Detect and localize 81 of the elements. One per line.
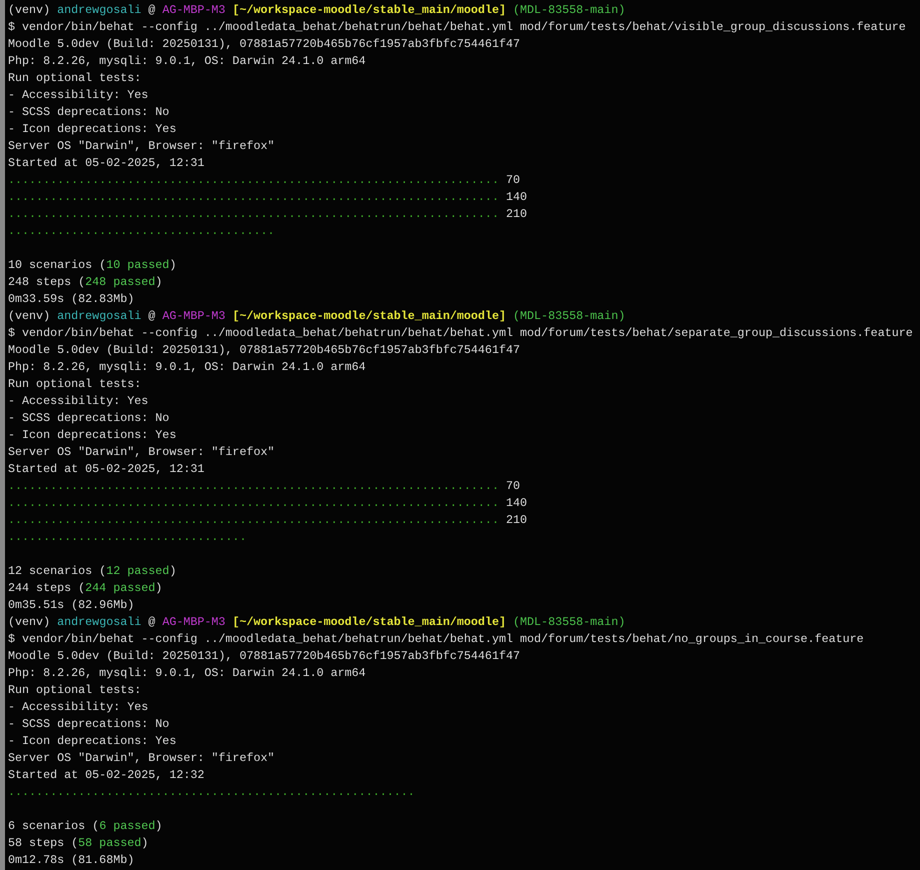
directory-path: [~/workspace-moodle/stable_main/moodle] bbox=[232, 3, 506, 17]
user-name: andrewgosali bbox=[57, 615, 142, 629]
terminal-line: Moodle 5.0dev (Build: 20250131), 07881a57720b465b76cf1957ab3fbfc754461f47 bbox=[8, 37, 520, 51]
terminal-line: $ vendor/bin/behat --config ../moodledata_behat/behatrun/behat/behat.yml mod/forum/tests/behat/separate_group_discussions.feature bbox=[8, 326, 913, 340]
progress-count: 210 bbox=[504, 207, 528, 221]
progress-dots: ...................................... bbox=[8, 224, 275, 238]
progress-count: 210 bbox=[504, 513, 528, 527]
directory-path: [~/workspace-moodle/stable_main/moodle] bbox=[232, 615, 506, 629]
terminal-line: 0m12.78s (81.68Mb) bbox=[8, 853, 134, 867]
progress-dots: ...................................................................... bbox=[8, 513, 499, 527]
host-name: AG-MBP-M3 bbox=[162, 615, 226, 629]
passed-count: 12 passed bbox=[106, 564, 170, 578]
git-branch: (MDL-83558-main) bbox=[513, 309, 626, 323]
prompt-text: (venv) bbox=[8, 615, 52, 629]
terminal-line: - Accessibility: Yes bbox=[8, 394, 148, 408]
terminal-line: Run optional tests: bbox=[8, 71, 142, 85]
summary-text: 10 scenarios ( bbox=[8, 258, 106, 272]
progress-dots: ...................................................................... bbox=[8, 173, 499, 187]
git-branch: (MDL-83558-main) bbox=[513, 615, 626, 629]
terminal-line: Moodle 5.0dev (Build: 20250131), 07881a57720b465b76cf1957ab3fbfc754461f47 bbox=[8, 649, 520, 663]
user-name: andrewgosali bbox=[57, 309, 142, 323]
prompt-text: (venv) bbox=[8, 309, 52, 323]
progress-dots: ...................................................................... bbox=[8, 207, 499, 221]
prompt-text: @ bbox=[147, 3, 156, 17]
progress-dots: .................................. bbox=[8, 530, 246, 544]
passed-count: 10 passed bbox=[106, 258, 170, 272]
terminal-line: - Accessibility: Yes bbox=[8, 700, 148, 714]
host-name: AG-MBP-M3 bbox=[162, 3, 226, 17]
directory-path: [~/workspace-moodle/stable_main/moodle] bbox=[232, 309, 506, 323]
terminal-line: Moodle 5.0dev (Build: 20250131), 07881a57720b465b76cf1957ab3fbfc754461f47 bbox=[8, 343, 520, 357]
terminal-line: Run optional tests: bbox=[8, 377, 142, 391]
progress-dots: ...................................................................... bbox=[8, 496, 499, 510]
terminal-line: Php: 8.2.26, mysqli: 9.0.1, OS: Darwin 24.1.0 arm64 bbox=[8, 54, 366, 68]
terminal-line: Server OS "Darwin", Browser: "firefox" bbox=[8, 445, 275, 459]
progress-dots: .......................................................... bbox=[8, 785, 415, 799]
terminal-line: 0m35.51s (82.96Mb) bbox=[8, 598, 134, 612]
summary-text: ) bbox=[169, 258, 176, 272]
user-name: andrewgosali bbox=[57, 3, 142, 17]
summary-text: ) bbox=[155, 819, 162, 833]
host-name: AG-MBP-M3 bbox=[162, 309, 226, 323]
prompt-text: (venv) bbox=[8, 3, 52, 17]
summary-text: ) bbox=[169, 564, 176, 578]
progress-count: 70 bbox=[504, 173, 520, 187]
progress-count: 70 bbox=[504, 479, 520, 493]
terminal-line: - SCSS deprecations: No bbox=[8, 411, 170, 425]
terminal-line: 0m33.59s (82.83Mb) bbox=[8, 292, 134, 306]
passed-count: 244 passed bbox=[85, 581, 156, 595]
terminal-line: - Icon deprecations: Yes bbox=[8, 428, 176, 442]
terminal-line: - Icon deprecations: Yes bbox=[8, 734, 176, 748]
progress-count: 140 bbox=[504, 496, 528, 510]
terminal-line: Server OS "Darwin", Browser: "firefox" bbox=[8, 751, 275, 765]
prompt-text: @ bbox=[147, 309, 156, 323]
passed-count: 58 passed bbox=[78, 836, 142, 850]
terminal-line: Run optional tests: bbox=[8, 683, 142, 697]
summary-text: 12 scenarios ( bbox=[8, 564, 106, 578]
terminal-line: - Accessibility: Yes bbox=[8, 88, 148, 102]
terminal-line: Started at 05-02-2025, 12:32 bbox=[8, 768, 204, 782]
progress-dots: ...................................................................... bbox=[8, 190, 499, 204]
summary-text: 244 steps ( bbox=[8, 581, 86, 595]
summary-text: 6 scenarios ( bbox=[8, 819, 100, 833]
terminal-line: - Icon deprecations: Yes bbox=[8, 122, 176, 136]
summary-text: 58 steps ( bbox=[8, 836, 78, 850]
summary-text: 248 steps ( bbox=[8, 275, 86, 289]
terminal-line: Started at 05-02-2025, 12:31 bbox=[8, 462, 204, 476]
git-branch: (MDL-83558-main) bbox=[513, 3, 626, 17]
summary-text: ) bbox=[155, 581, 162, 595]
terminal-line: - SCSS deprecations: No bbox=[8, 105, 170, 119]
progress-dots: ...................................................................... bbox=[8, 479, 499, 493]
terminal-line: $ vendor/bin/behat --config ../moodledata_behat/behatrun/behat/behat.yml mod/forum/tests/behat/visible_group_discussions.feature bbox=[8, 20, 906, 34]
progress-count: 140 bbox=[504, 190, 528, 204]
passed-count: 6 passed bbox=[99, 819, 156, 833]
summary-text: ) bbox=[141, 836, 148, 850]
terminal-line: Php: 8.2.26, mysqli: 9.0.1, OS: Darwin 24.1.0 arm64 bbox=[8, 666, 366, 680]
summary-text: ) bbox=[155, 275, 162, 289]
prompt-text: @ bbox=[147, 615, 156, 629]
terminal-line: $ vendor/bin/behat --config ../moodledata_behat/behatrun/behat/behat.yml mod/forum/tests/behat/no_groups_in_course.feature bbox=[8, 632, 864, 646]
terminal-line: Server OS "Darwin", Browser: "firefox" bbox=[8, 139, 275, 153]
passed-count: 248 passed bbox=[85, 275, 156, 289]
terminal-line: Started at 05-02-2025, 12:31 bbox=[8, 156, 204, 170]
terminal-line: - SCSS deprecations: No bbox=[8, 717, 170, 731]
terminal-line: Php: 8.2.26, mysqli: 9.0.1, OS: Darwin 24.1.0 arm64 bbox=[8, 360, 366, 374]
